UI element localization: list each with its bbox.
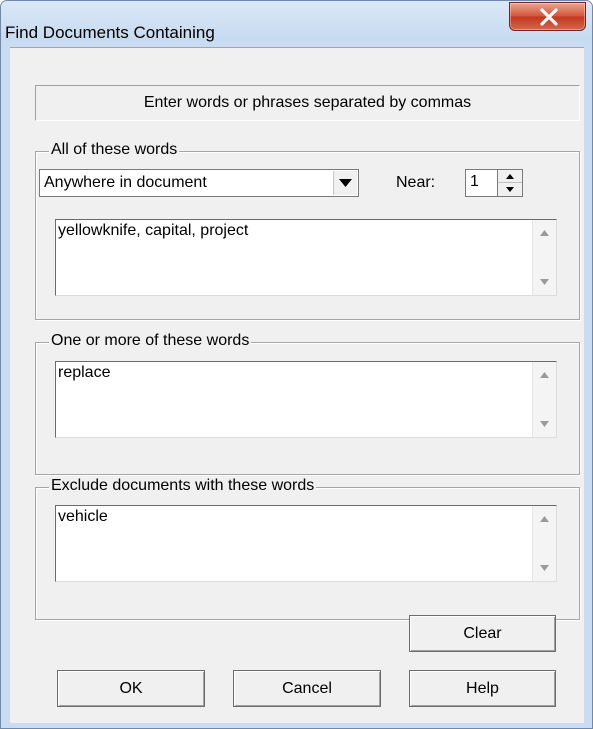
chevron-down-icon bbox=[339, 179, 352, 187]
exclude-words-text: vehicle bbox=[58, 508, 108, 525]
spin-up-button[interactable] bbox=[498, 170, 522, 183]
cancel-button[interactable]: Cancel bbox=[233, 670, 381, 707]
find-documents-window: Find Documents Containing Enter words or… bbox=[0, 0, 593, 729]
help-button[interactable]: Help bbox=[409, 670, 556, 707]
scroll-down-button[interactable] bbox=[533, 558, 556, 578]
location-dropdown-button[interactable] bbox=[333, 171, 357, 195]
scroll-down-icon bbox=[540, 279, 549, 285]
scroll-down-button[interactable] bbox=[533, 414, 556, 434]
window-title: Find Documents Containing bbox=[5, 23, 215, 42]
scroll-up-button[interactable] bbox=[533, 365, 556, 385]
near-spinner[interactable] bbox=[497, 169, 523, 197]
scroll-down-icon bbox=[540, 565, 549, 571]
any-words-label: One or more of these words bbox=[49, 331, 252, 351]
exclude-words-scrollbar[interactable] bbox=[532, 506, 556, 581]
arrow-up-icon bbox=[506, 174, 514, 179]
all-words-label: All of these words bbox=[49, 140, 180, 160]
location-select[interactable]: Anywhere in document bbox=[39, 169, 359, 197]
any-words-scrollbar[interactable] bbox=[532, 362, 556, 437]
dialog-body: Enter words or phrases separated by comm… bbox=[10, 47, 584, 723]
scroll-down-button[interactable] bbox=[533, 272, 556, 292]
spin-down-button[interactable] bbox=[498, 183, 522, 196]
close-button[interactable] bbox=[509, 2, 586, 31]
title-bar[interactable]: Find Documents Containing bbox=[1, 1, 592, 42]
instructions-text: Enter words or phrases separated by comm… bbox=[35, 85, 580, 121]
scroll-up-icon bbox=[540, 230, 549, 236]
scroll-down-icon bbox=[540, 421, 549, 427]
near-input[interactable]: 1 bbox=[465, 169, 498, 197]
clear-button[interactable]: Clear bbox=[409, 615, 556, 652]
any-words-textarea[interactable]: replace bbox=[55, 361, 557, 438]
scroll-up-icon bbox=[540, 516, 549, 522]
near-label: Near: bbox=[396, 174, 436, 191]
location-select-value: Anywhere in document bbox=[44, 174, 207, 191]
close-icon bbox=[540, 8, 558, 26]
scroll-up-icon bbox=[540, 372, 549, 378]
scroll-up-button[interactable] bbox=[533, 223, 556, 243]
scroll-up-button[interactable] bbox=[533, 509, 556, 529]
any-words-text: replace bbox=[58, 364, 111, 381]
all-words-scrollbar[interactable] bbox=[532, 220, 556, 295]
exclude-words-label: Exclude documents with these words bbox=[49, 476, 317, 496]
ok-button[interactable]: OK bbox=[57, 670, 205, 707]
arrow-down-icon bbox=[506, 187, 514, 192]
all-words-textarea[interactable]: yellowknife, capital, project bbox=[55, 219, 557, 296]
exclude-words-textarea[interactable]: vehicle bbox=[55, 505, 557, 582]
all-words-text: yellowknife, capital, project bbox=[58, 222, 249, 239]
